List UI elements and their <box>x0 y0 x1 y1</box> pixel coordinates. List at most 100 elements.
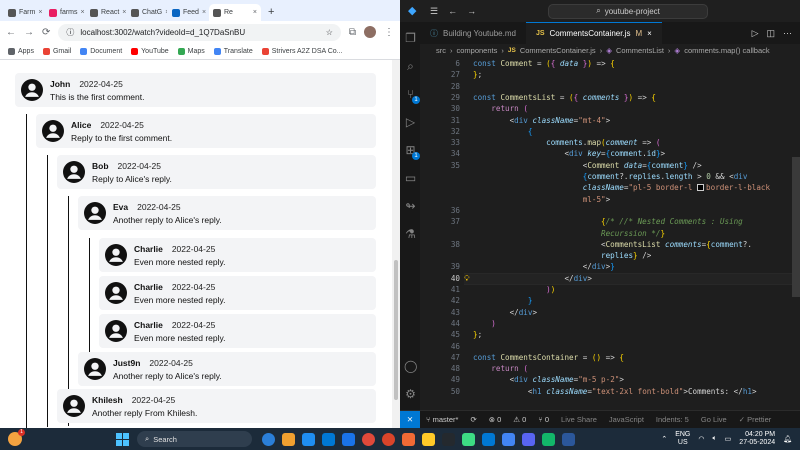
code-line[interactable]: }; <box>473 330 482 339</box>
split-editor-icon[interactable]: ◫ <box>766 28 775 39</box>
code-line[interactable]: </div>} <box>473 262 615 271</box>
tab-comments-container-js[interactable]: JS CommentsContainer.js M × <box>525 22 662 44</box>
notifications-icon[interactable]: 🔔︎ <box>783 435 792 443</box>
taskbar-app-icon[interactable] <box>382 432 395 446</box>
language-mode[interactable]: JavaScript <box>603 415 650 424</box>
taskbar-app-icon[interactable] <box>342 432 355 446</box>
code-line[interactable]: <CommentsList comments={comment?. <box>473 240 752 249</box>
taskbar-app-icon[interactable] <box>482 432 495 446</box>
live-share-icon[interactable]: ↬ <box>404 200 417 213</box>
bookmark-item[interactable]: Maps <box>177 47 205 55</box>
breadcrumb-components[interactable]: components <box>457 46 498 55</box>
url-text[interactable]: localhost:3002/watch?videoId=d_1Q7DaSnBU <box>80 28 245 37</box>
testing-icon[interactable]: ⚗ <box>404 228 417 241</box>
code-line[interactable]: replies} /> <box>473 251 651 260</box>
breadcrumb-src[interactable]: src <box>436 46 446 55</box>
site-info-icon[interactable]: ⓘ <box>66 27 74 38</box>
close-tab-icon[interactable]: × <box>122 9 126 16</box>
close-tab-icon[interactable]: × <box>165 9 167 16</box>
code-line[interactable]: return ( <box>473 364 528 373</box>
back-icon[interactable]: ← <box>6 27 16 38</box>
command-center-search[interactable]: ⌕ youtube-project <box>548 3 709 19</box>
bookmark-item[interactable]: Translate <box>213 47 253 55</box>
editor-scrollbar[interactable] <box>792 57 800 410</box>
language-indicator[interactable]: ENG US <box>675 431 690 447</box>
start-button[interactable] <box>116 432 129 446</box>
prettier-status[interactable]: ✓ Prettier <box>733 415 778 424</box>
bookmark-star-icon[interactable]: ☆ <box>326 28 333 37</box>
code-line[interactable]: Recurssion */} <box>473 229 665 238</box>
branch-indicator[interactable]: ⑂ master* <box>420 415 464 424</box>
taskbar-search[interactable]: ⌕ Search <box>137 431 252 447</box>
weather-widget-icon[interactable]: 1 <box>8 429 25 446</box>
browser-tab[interactable]: ChatG × <box>127 4 167 21</box>
code-line[interactable]: ml-5"> <box>473 195 610 204</box>
extensions-view-icon[interactable]: ⊞ 1 <box>404 144 420 160</box>
taskbar-app-icon[interactable] <box>442 432 455 446</box>
code-line[interactable]: <div className="m-5 p-2"> <box>473 375 624 384</box>
tab-building-youtube-md[interactable]: ⓘ Building Youtube.md <box>420 22 526 44</box>
taskbar-app-icon[interactable] <box>322 432 335 446</box>
clock[interactable]: 04:20 PM 27-05-2024 <box>739 431 775 447</box>
sync-icon[interactable]: ⟳ <box>464 415 482 424</box>
taskbar-app-icon[interactable] <box>562 432 575 446</box>
live-share-status[interactable]: Live Share <box>555 415 603 424</box>
menu-icon[interactable]: ⋮ <box>384 27 394 38</box>
battery-icon[interactable]: ▭ <box>725 435 732 443</box>
code-line[interactable]: return ( <box>473 104 528 113</box>
reload-icon[interactable]: ⟳ <box>42 27 50 38</box>
page-scrollbar[interactable] <box>392 60 400 428</box>
breadcrumb-function[interactable]: CommentsList <box>616 46 664 55</box>
taskbar-app-icon[interactable] <box>422 432 435 446</box>
browser-tab[interactable]: Re × <box>209 4 261 21</box>
code-line[interactable]: ) <box>473 319 496 328</box>
code-line[interactable]: <div className="mt-4"> <box>473 116 611 125</box>
browser-tab[interactable]: Feed × <box>168 4 208 21</box>
bookmark-item[interactable]: Apps <box>8 47 34 55</box>
code-line[interactable]: } <box>473 296 533 305</box>
more-actions-icon[interactable]: ⋯ <box>783 28 792 39</box>
settings-gear-icon[interactable]: ⚙ <box>404 388 417 401</box>
code-line[interactable]: { <box>473 127 533 136</box>
code-line[interactable]: <div key={comment.id}> <box>473 149 665 158</box>
code-line[interactable]: )) <box>473 285 555 294</box>
code-line[interactable]: {comment?.replies.length > 0 && <div <box>473 172 748 181</box>
url-box[interactable]: ⓘ localhost:3002/watch?videoId=d_1Q7DaSn… <box>58 23 341 41</box>
taskbar-app-icon[interactable] <box>522 432 535 446</box>
taskbar-app-icon[interactable] <box>542 432 555 446</box>
code-editor[interactable]: 💡︎ 6 const Comment = ({ data }) => {27}; 28… <box>420 57 800 410</box>
ports-count[interactable]: ⑂ 0 <box>532 415 555 424</box>
code-line[interactable]: const CommentsList = ({ comments }) => { <box>473 93 656 102</box>
code-line[interactable]: className="pl-5 border-l border-l-black <box>473 183 770 192</box>
errors-count[interactable]: ⊗ 0 <box>483 415 508 424</box>
close-tab-icon[interactable]: × <box>647 29 652 38</box>
code-line[interactable]: </div> <box>473 308 537 317</box>
wifi-icon[interactable]: ◠ <box>698 435 704 443</box>
browser-tab[interactable]: React × <box>86 4 126 21</box>
menu-hamburger-icon[interactable]: ☰ <box>430 6 438 17</box>
code-line[interactable]: </div> <box>473 274 591 283</box>
source-control-icon[interactable]: ⑂ 1 <box>404 88 420 104</box>
bookmark-item[interactable]: Gmail <box>42 47 71 55</box>
remote-indicator-icon[interactable]: ⨯ <box>400 410 420 428</box>
tray-chevron-icon[interactable]: ⌃ <box>661 435 667 443</box>
bookmark-item[interactable]: YouTube <box>131 47 169 55</box>
taskbar-app-icon[interactable] <box>262 432 275 446</box>
code-line[interactable]: <Comment data={comment} /> <box>473 161 702 170</box>
nav-forward-icon[interactable]: → <box>467 6 476 16</box>
breadcrumb-callback[interactable]: comments.map() callback <box>684 46 769 55</box>
close-tab-icon[interactable]: × <box>202 9 206 16</box>
close-tab-icon[interactable]: × <box>253 9 257 16</box>
scrollbar-thumb[interactable] <box>394 260 398 400</box>
editor-scroll-thumb[interactable] <box>792 157 800 297</box>
run-icon[interactable]: ▷ <box>752 28 759 39</box>
code-line[interactable]: const Comment = ({ data }) => { <box>473 59 615 68</box>
code-line[interactable]: <h1 className="text-2xl font-bold">Comme… <box>473 387 757 396</box>
forward-icon[interactable]: → <box>24 27 34 38</box>
new-tab-button[interactable]: + <box>262 6 280 21</box>
bookmark-item[interactable]: Document <box>80 47 122 55</box>
close-tab-icon[interactable]: × <box>81 9 85 16</box>
code-line[interactable]: }; <box>473 70 482 79</box>
warnings-count[interactable]: ⚠ 0 <box>507 415 532 424</box>
taskbar-app-icon[interactable] <box>302 432 315 446</box>
